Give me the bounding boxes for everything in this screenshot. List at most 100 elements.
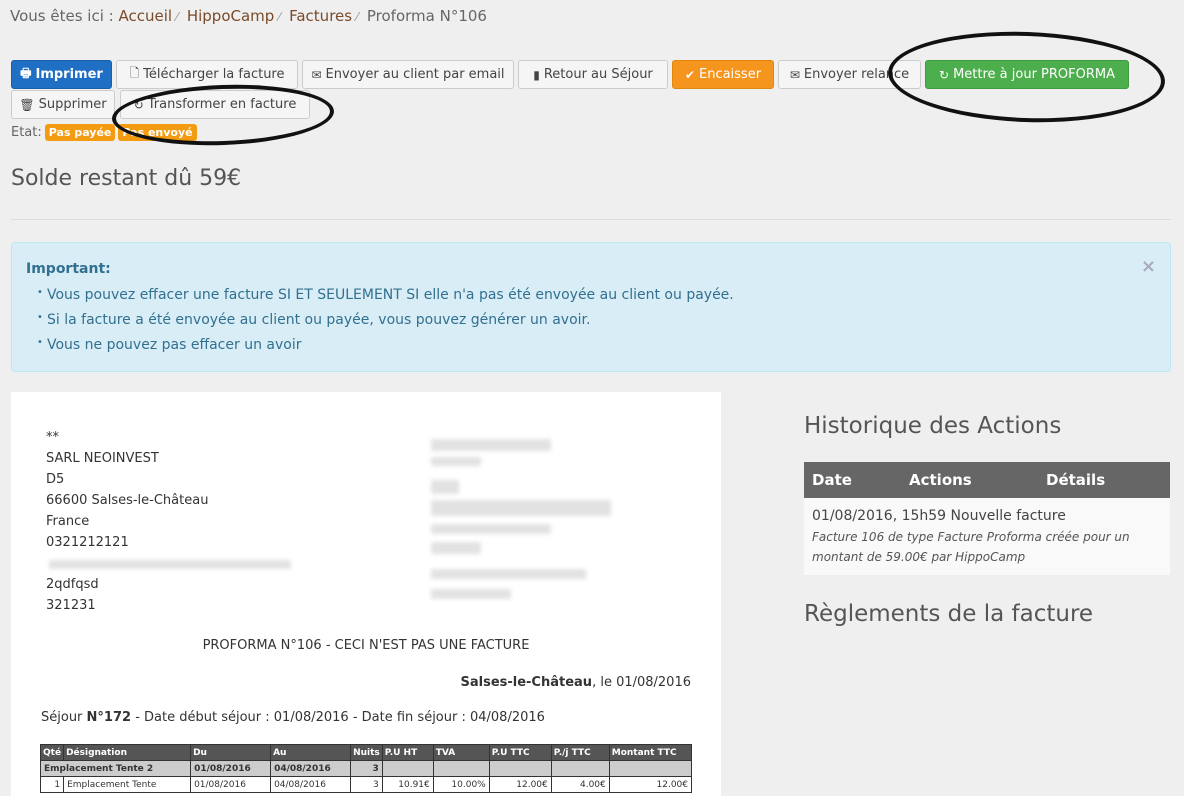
client-line: 321231 — [46, 598, 96, 613]
cash-in-button[interactable]: ✔ Encaisser — [672, 60, 774, 89]
row-unit-price-ht: 10.91€ — [381, 776, 434, 793]
history-col-date: Date — [812, 471, 852, 489]
update-proforma-button[interactable]: ↻ Mettre à jour PROFORMA — [925, 60, 1129, 89]
breadcrumb-link-factures[interactable]: Factures — [289, 7, 352, 25]
redacted-text — [431, 524, 551, 534]
breadcrumb-separator: ⁄ — [356, 10, 359, 24]
close-icon[interactable]: × — [1141, 256, 1156, 277]
print-button[interactable]: 🖶 Imprimer — [11, 60, 112, 89]
history-entry-detail: Facture 106 de type Facture Proforma cré… — [812, 530, 1130, 564]
row-daily-price-ttc: 4.00€ — [550, 776, 610, 793]
row-qty: 1 — [39, 776, 65, 793]
send-reminder-button[interactable]: ✉ Envoyer relance — [778, 60, 921, 89]
book-icon: ▮ — [533, 67, 540, 82]
alert-list: Vous pouvez effacer une facture SI ET SE… — [37, 284, 734, 361]
row-vat: 10.00% — [432, 776, 490, 793]
redacted-text — [431, 480, 459, 494]
history-entry-main: 01/08/2016, 15h59 Nouvelle facture — [812, 508, 1066, 524]
print-label: Imprimer — [35, 67, 103, 82]
delete-button[interactable]: 🗑 Supprimer — [11, 90, 115, 119]
column-header: P./j TTC — [550, 744, 610, 761]
alert-item: Si la facture a été envoyée au client ou… — [37, 309, 734, 336]
history-row: 01/08/2016, 15h59 Nouvelle facture Factu… — [804, 498, 1170, 575]
history-col-details: Détails — [1046, 471, 1106, 489]
invoice-preview: ** SARL NEOINVEST D5 66600 Salses-le-Châ… — [11, 392, 721, 796]
stay-dates: - Date début séjour : 01/08/2016 - Date … — [131, 710, 545, 725]
info-alert: Important: Vous pouvez effacer une factu… — [11, 242, 1171, 372]
history-title: Historique des Actions — [804, 413, 1062, 439]
delete-label: Supprimer — [38, 97, 107, 112]
download-button[interactable]: 🗋 Télécharger la facture — [116, 60, 298, 89]
stay-number: N°172 — [86, 710, 132, 725]
alert-title: Important: — [26, 261, 111, 277]
client-line: ** — [46, 430, 59, 445]
divider — [11, 219, 1171, 220]
breadcrumb: Vous êtes ici : Accueil ⁄ HippoCamp ⁄ Fact… — [10, 7, 487, 25]
history-col-actions: Actions — [909, 471, 972, 489]
status-badge-not-sent: Pas envoyé — [118, 124, 197, 141]
redacted-text — [431, 500, 611, 516]
column-header: P.U TTC — [488, 744, 552, 761]
row-nights: 3 — [350, 776, 383, 793]
cash-label: Encaisser — [698, 67, 762, 82]
breadcrumb-separator: ⁄ — [176, 10, 179, 24]
breadcrumb-link-hippocamp[interactable]: HippoCamp — [187, 7, 274, 25]
row-amount-ttc: 12.00€ — [608, 776, 693, 793]
email-button[interactable]: ✉ Envoyer au client par email — [302, 60, 514, 89]
column-header: Désignation — [63, 744, 192, 761]
redacted-text — [431, 542, 481, 554]
row-unit-price-ttc: 12.00€ — [488, 776, 552, 793]
table-cell — [381, 760, 434, 777]
invoice-lines-table: Qté Désignation Du Au Nuits P.U HT TVA P… — [39, 744, 693, 793]
client-line: 66600 Salses-le-Château — [46, 493, 209, 508]
status-label: Etat: — [11, 125, 42, 140]
redacted-text — [49, 560, 291, 569]
redacted-text — [431, 439, 551, 451]
history-header: Date Actions Détails — [804, 462, 1170, 498]
proforma-title: PROFORMA N°106 - CECI N'EST PAS UNE FACT… — [202, 638, 530, 653]
back-to-stay-button[interactable]: ▮ Retour au Séjour — [518, 60, 668, 89]
table-group-row: Emplacement Tente 2 01/08/2016 04/08/201… — [39, 760, 693, 777]
printer-icon: 🖶 — [20, 66, 32, 80]
breadcrumb-current: Proforma N°106 — [366, 7, 487, 25]
table-cell — [550, 760, 610, 777]
breadcrumb-link-accueil[interactable]: Accueil — [118, 7, 172, 25]
column-header: TVA — [432, 744, 490, 761]
reminder-label: Envoyer relance — [803, 67, 910, 82]
table-header-row: Qté Désignation Du Au Nuits P.U HT TVA P… — [39, 744, 693, 761]
place-date-text: , le 01/08/2016 — [592, 675, 691, 690]
refresh-icon: ↻ — [939, 67, 950, 82]
place-date: Salses-le-Château, le 01/08/2016 — [460, 675, 691, 690]
breadcrumb-prefix: Vous êtes ici : — [10, 7, 114, 25]
group-end-date: 04/08/2016 — [270, 760, 352, 777]
place-name: Salses-le-Château — [460, 675, 593, 690]
client-line: France — [46, 514, 90, 529]
check-icon: ✔ — [684, 67, 695, 82]
table-cell — [432, 760, 490, 777]
transform-to-invoice-button[interactable]: ↻ Transformer en facture — [120, 90, 310, 119]
column-header: Du — [190, 744, 272, 761]
column-header: P.U HT — [381, 744, 434, 761]
table-row: 1 Emplacement Tente 01/08/2016 04/08/201… — [39, 776, 693, 793]
file-icon: 🗋 — [129, 66, 140, 80]
client-line: 0321212121 — [46, 535, 129, 550]
column-header: Au — [270, 744, 352, 761]
email-label: Envoyer au client par email — [325, 67, 505, 82]
trash-icon: 🗑 — [19, 97, 35, 112]
balance-due: Solde restant dû 59€ — [11, 166, 242, 191]
row-start-date: 01/08/2016 — [190, 776, 272, 793]
group-name: Emplacement Tente 2 — [39, 760, 192, 777]
refresh-icon: ↻ — [133, 97, 144, 112]
row-designation: Emplacement Tente — [63, 776, 192, 793]
group-nights: 3 — [350, 760, 383, 777]
column-header: Nuits — [350, 744, 383, 761]
group-start-date: 01/08/2016 — [190, 760, 272, 777]
row-end-date: 04/08/2016 — [270, 776, 352, 793]
redacted-text — [431, 589, 511, 599]
transform-label: Transformer en facture — [147, 97, 297, 112]
payments-title: Règlements de la facture — [804, 601, 1094, 627]
client-line: D5 — [46, 472, 65, 487]
alert-item: Vous ne pouvez pas effacer un avoir — [37, 334, 734, 361]
update-label: Mettre à jour PROFORMA — [953, 67, 1115, 82]
alert-item: Vous pouvez effacer une facture SI ET SE… — [37, 284, 734, 311]
